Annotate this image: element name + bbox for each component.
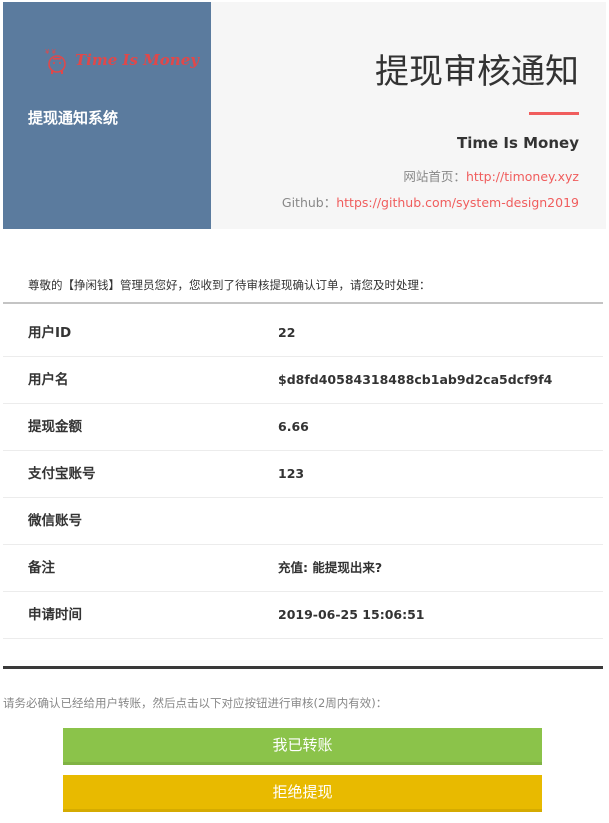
detail-row-amount: 提现金额 6.66 [3,404,603,451]
detail-value: $d8fd40584318488cb1ab9d2ca5dcf9f4 [278,372,553,387]
detail-label: 支付宝账号 [28,466,96,482]
detail-row-username: 用户名 $d8fd40584318488cb1ab9d2ca5dcf9f4 [3,357,603,404]
detail-label: 提现金额 [28,419,82,435]
github-label: Github： [281,195,337,210]
confirm-transfer-button[interactable]: 我已转账 [63,728,542,765]
reject-withdrawal-button[interactable]: 拒绝提现 [63,775,542,812]
detail-label: 用户ID [28,325,72,341]
github-line: Github：https://github.com/system-design2… [282,192,579,211]
header-right-panel: 提现审核通知 Time Is Money 网站首页：http://timoney… [211,2,606,229]
system-name: 提现通知系统 [28,109,119,127]
greeting-text: 尊敬的【挣闲钱】管理员您好，您收到了待审核提现确认订单，请您及时处理： [28,278,431,292]
logo: ¥ ¥ Time Is Money [43,42,199,78]
svg-text:¥ ¥: ¥ ¥ [45,48,57,56]
detail-row-remark: 备注 充值: 能提现出来? [3,545,603,592]
detail-row-user-id: 用户ID 22 [3,310,603,357]
email-header: ¥ ¥ Time Is Money 提现通知系统 提现审核通知 Time Is … [3,2,606,229]
detail-label: 微信账号 [28,513,82,529]
detail-label: 备注 [28,560,55,576]
header-left-panel: ¥ ¥ Time Is Money 提现通知系统 [3,2,211,229]
piggy-bank-icon: ¥ ¥ [43,45,71,75]
title-accent-bar [529,112,579,115]
detail-label: 申请时间 [28,607,82,623]
detail-row-alipay: 支付宝账号 123 [3,451,603,498]
website-label: 网站首页： [403,169,466,184]
detail-value: 充值: 能提现出来? [278,560,383,575]
detail-value: 2019-06-25 15:06:51 [278,607,425,622]
website-link[interactable]: http://timoney.xyz [466,169,579,184]
detail-label: 用户名 [28,372,69,388]
divider-top [3,302,603,304]
website-line: 网站首页：http://timoney.xyz [403,166,579,185]
detail-value: 22 [278,325,296,340]
logo-text: Time Is Money [75,51,199,69]
notice-title: 提现审核通知 [375,52,579,92]
detail-row-wechat: 微信账号 [3,498,603,545]
instruction-text: 请务必确认已经给用户转账，然后点击以下对应按钮进行审核(2周内有效)： [3,696,388,710]
github-link[interactable]: https://github.com/system-design2019 [336,195,579,210]
detail-row-apply-time: 申请时间 2019-06-25 15:06:51 [3,592,603,639]
divider-bottom [3,666,603,669]
detail-value: 123 [278,466,305,481]
brand-name: Time Is Money [457,134,579,152]
detail-value: 6.66 [278,419,309,434]
